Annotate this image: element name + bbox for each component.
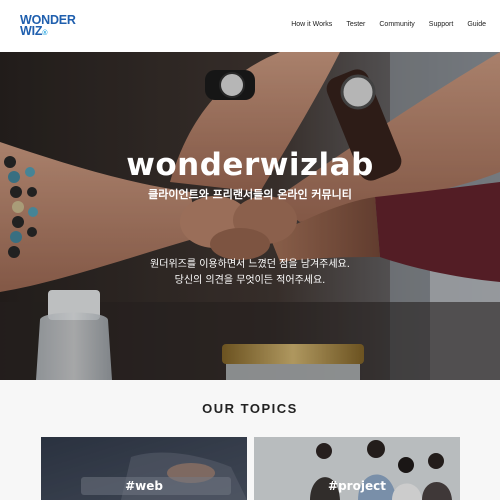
hero-title: wonderwizlab [126,147,374,183]
hero-message-line-1: 원더위즈를 이용하면서 느꼈던 점을 남겨주세요. [150,259,350,270]
nav-guide[interactable]: Guide [467,21,486,28]
site-header: WONDER WIZ® How it Works Tester Communit… [0,0,500,52]
nav-how-it-works[interactable]: How it Works [291,21,332,28]
hero-subtitle: 클라이언트와 프리랜서들의 온라인 커뮤니티 [148,188,352,201]
hero-background-photo [0,52,500,380]
main-nav: How it Works Tester Community Support Gu… [277,21,486,28]
topic-card-web[interactable]: #web [41,437,247,500]
topics-section: OUR TOPICS #web #project [0,380,500,500]
logo-text-bottom: WIZ® [20,24,48,38]
topic-card-project-label: #project [328,479,386,493]
hero-message-line-2: 당신의 의견을 무엇이든 적어주세요. [174,275,326,286]
nav-community[interactable]: Community [379,21,414,28]
wonderwiz-logo[interactable]: WONDER WIZ® [20,14,80,38]
topic-card-web-label: #web [125,479,163,493]
nav-tester[interactable]: Tester [346,21,365,28]
hero-banner: wonderwizlab 클라이언트와 프리랜서들의 온라인 커뮤니티 원더위즈… [0,52,500,380]
topics-heading: OUR TOPICS [202,401,298,416]
topic-card-project[interactable]: #project [254,437,460,500]
nav-support[interactable]: Support [429,21,454,28]
